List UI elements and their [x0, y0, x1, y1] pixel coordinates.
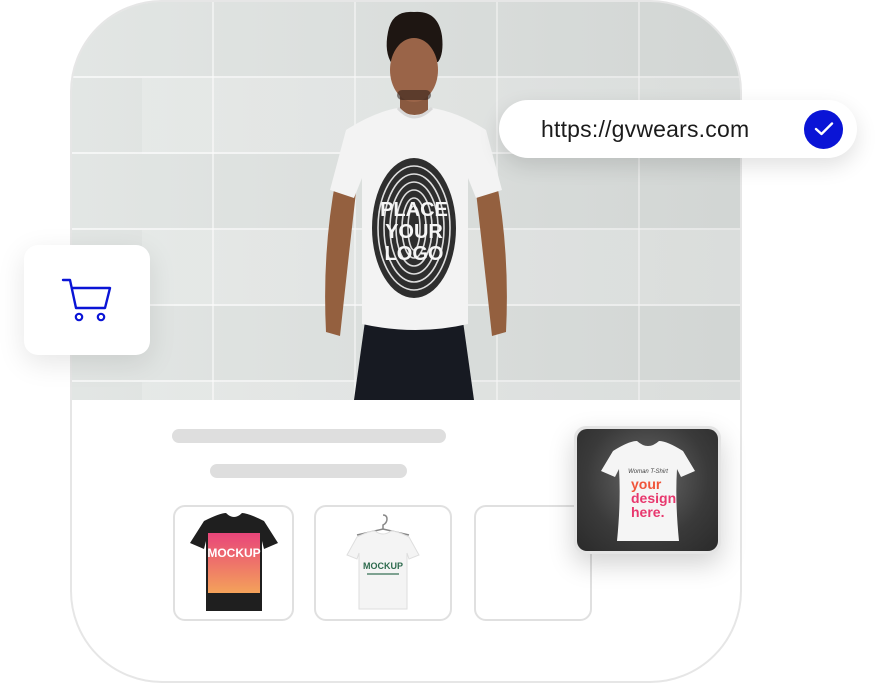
placeholder-title-line [172, 429, 446, 443]
cart-card[interactable] [24, 245, 150, 355]
womens-tshirt-image: Woman T-Shirt your design here. [600, 441, 695, 541]
shirt-print-line1: PLACE [380, 199, 448, 221]
url-text: https://gvwears.com [541, 115, 750, 142]
black-tshirt-image: MOCKUP [189, 513, 278, 611]
placeholder-subtitle-line [210, 464, 407, 478]
thumb2-print-text: MOCKUP [363, 561, 403, 571]
featured-thumbnail-womens-tshirt[interactable]: Woman T-Shirt your design here. [574, 426, 721, 554]
check-circle-icon [804, 109, 843, 149]
shopping-cart-icon [61, 278, 112, 322]
shirt-print-line3: LOGO [385, 243, 444, 265]
shirt-print-line2: YOUR [385, 221, 443, 243]
url-bar[interactable]: https://gvwears.com [499, 100, 857, 158]
white-tshirt-hanger-image: MOCKUP [346, 514, 420, 610]
model-wearing-tshirt: PLACE YOUR LOGO [325, 11, 507, 400]
thumbnail-white-tshirt-hanger[interactable]: MOCKUP [314, 505, 452, 621]
thumbnail-black-tshirt[interactable]: MOCKUP [173, 505, 294, 621]
hero-product-image[interactable]: PLACE YOUR LOGO [72, 2, 740, 400]
featured-script-text: Woman T-Shirt [628, 469, 668, 475]
stage: PLACE YOUR LOGO MOCKUP MOCKUP Woman T-Sh… [0, 0, 883, 685]
featured-line3: here. [631, 504, 664, 520]
thumb1-print-text: MOCKUP [207, 546, 260, 560]
